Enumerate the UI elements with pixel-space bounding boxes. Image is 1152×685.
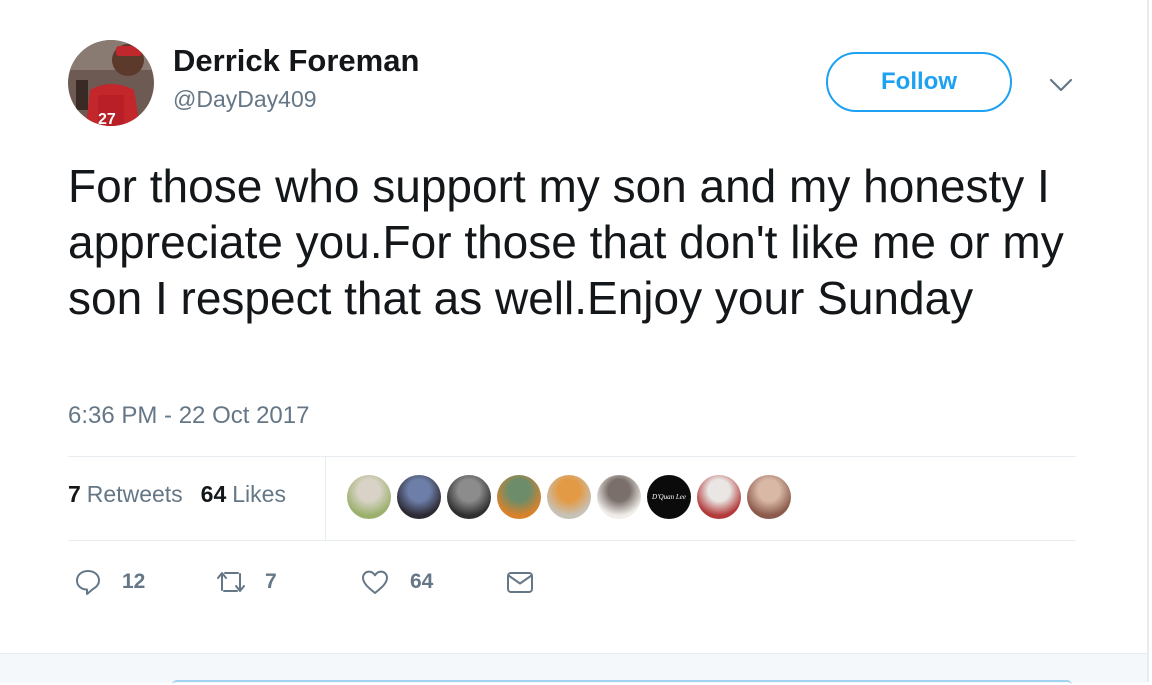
- tweet-timestamp[interactable]: 6:36 PM - 22 Oct 2017: [68, 402, 309, 430]
- likes-stat[interactable]: 64 Likes: [201, 481, 286, 508]
- liker-avatar-3[interactable]: [447, 475, 491, 519]
- retweets-count: 7: [68, 481, 81, 507]
- like-count: 64: [410, 570, 434, 593]
- author-avatar[interactable]: 27: [68, 40, 154, 126]
- reply-count: 12: [122, 570, 146, 593]
- direct-message-button[interactable]: [505, 566, 535, 598]
- tweet-stats: 7 Retweets 64 Likes: [68, 481, 286, 508]
- reply-area: [0, 653, 1147, 683]
- reply-input-edge[interactable]: [172, 680, 1072, 685]
- reply-button[interactable]: 12: [74, 566, 145, 598]
- svg-text:27: 27: [98, 111, 116, 126]
- liker-avatar-8[interactable]: [697, 475, 741, 519]
- like-button[interactable]: 64: [360, 566, 433, 598]
- liker-avatars: D'Quan Lee: [347, 475, 791, 520]
- follow-button[interactable]: Follow: [826, 52, 1012, 112]
- likes-count: 64: [200, 481, 227, 507]
- heart-icon: [360, 568, 390, 596]
- liker-avatar-1[interactable]: [347, 475, 391, 519]
- retweets-stat[interactable]: 7 Retweets: [68, 481, 183, 508]
- author-handle[interactable]: @DayDay409: [173, 86, 317, 113]
- likes-label: Likes: [232, 481, 286, 507]
- envelope-icon: [505, 568, 535, 596]
- divider: [68, 540, 1076, 541]
- chevron-down-icon[interactable]: [1046, 72, 1076, 98]
- retweet-count: 7: [265, 570, 277, 593]
- liker-avatar-7[interactable]: D'Quan Lee: [647, 475, 691, 519]
- retweet-icon: [215, 568, 247, 596]
- liker-avatar-9[interactable]: [747, 475, 791, 519]
- avatar-image: 27: [68, 40, 154, 126]
- retweet-button[interactable]: 7: [215, 566, 277, 598]
- reply-icon: [74, 568, 102, 596]
- liker-avatar-5[interactable]: [547, 475, 591, 519]
- divider: [325, 457, 326, 540]
- author-name[interactable]: Derrick Foreman: [173, 43, 419, 79]
- retweets-label: Retweets: [86, 481, 183, 507]
- liker-avatar-label: D'Quan Lee: [652, 493, 686, 501]
- liker-avatar-6[interactable]: [597, 475, 641, 519]
- right-border: [1147, 0, 1149, 682]
- liker-avatar-4[interactable]: [497, 475, 541, 519]
- liker-avatar-2[interactable]: [397, 475, 441, 519]
- tweet-text: For those who support my son and my hone…: [68, 160, 1064, 324]
- divider: [68, 456, 1076, 457]
